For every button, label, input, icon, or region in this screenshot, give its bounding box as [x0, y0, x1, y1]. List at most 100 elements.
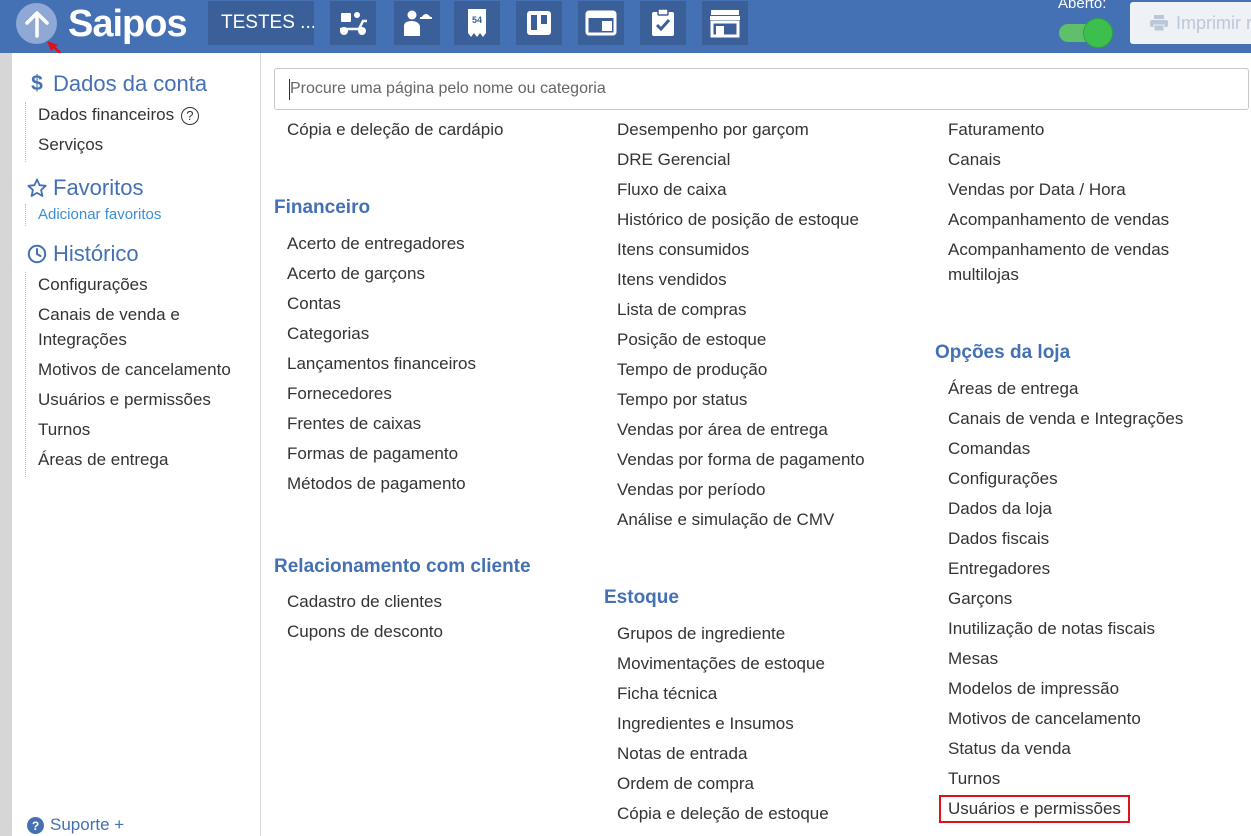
waiter-button[interactable]	[394, 1, 440, 45]
link-item[interactable]: Entregadores	[948, 558, 1050, 580]
link-item[interactable]: Dados da loja	[948, 498, 1052, 520]
sidebar-item-users-permissions[interactable]: Usuários e permissões	[38, 387, 250, 412]
link-item[interactable]: Ingredientes e Insumos	[617, 713, 794, 735]
sidebar-item-services[interactable]: Serviços	[38, 132, 199, 157]
saipos-logo: Saipos	[68, 3, 188, 45]
store-open-toggle[interactable]	[1059, 18, 1113, 48]
link-item[interactable]: Status da venda	[948, 738, 1071, 760]
support-label: Suporte +	[50, 815, 125, 834]
waiter-icon	[404, 10, 432, 36]
link-item[interactable]: Formas de pagamento	[287, 443, 458, 465]
link-item[interactable]: Posição de estoque	[617, 329, 766, 351]
layout-button[interactable]	[578, 1, 624, 45]
link-item[interactable]: Inutilização de notas fiscais	[948, 618, 1155, 640]
board-button[interactable]	[516, 1, 562, 45]
sidebar-item-settings[interactable]: Configurações	[38, 272, 250, 297]
checklist-button[interactable]	[640, 1, 686, 45]
clock-icon	[27, 244, 47, 264]
link-item[interactable]: Desempenho por garçom	[617, 119, 809, 141]
add-favorites-link[interactable]: Adicionar favoritos	[38, 204, 161, 226]
link-item[interactable]: Movimentações de estoque	[617, 653, 825, 675]
sidebar-item-financial-data[interactable]: Dados financeiros ?	[38, 102, 199, 127]
sidebar-item-label: Dados financeiros	[38, 105, 175, 124]
link-item[interactable]: Configurações	[948, 468, 1058, 490]
link-item[interactable]: Ordem de compra	[617, 773, 754, 795]
link-menu-copy[interactable]: Cópia e deleção de cardápio	[287, 119, 503, 141]
link-item[interactable]: Grupos de ingrediente	[617, 623, 785, 645]
printer-icon	[1150, 15, 1168, 31]
main-menu-button[interactable]	[16, 3, 57, 44]
toggle-knob	[1083, 18, 1113, 48]
support-button[interactable]: ? Suporte +	[27, 815, 124, 835]
link-item[interactable]: Acerto de entregadores	[287, 233, 465, 255]
link-item[interactable]: Acompanhamento de vendas multilojas	[948, 237, 1188, 287]
link-item[interactable]: Canais de venda e Integrações	[948, 408, 1183, 430]
link-item[interactable]: Itens consumidos	[617, 239, 749, 261]
sidebar-item-shifts[interactable]: Turnos	[38, 417, 250, 442]
tickets-button[interactable]: 54	[454, 1, 500, 45]
link-item[interactable]: Frentes de caixas	[287, 413, 421, 435]
link-item[interactable]: DRE Gerencial	[617, 149, 730, 171]
link-item[interactable]: Contas	[287, 293, 341, 315]
link-item[interactable]: Faturamento	[948, 119, 1044, 141]
link-item[interactable]: Dados fiscais	[948, 528, 1049, 550]
store-selector-button[interactable]: TESTES ...	[208, 1, 314, 45]
sidebar: $ Dados da conta Dados financeiros ? Ser…	[12, 53, 261, 836]
store-status-label: Aberto:	[1058, 0, 1107, 12]
link-item[interactable]: Canais	[948, 149, 1001, 171]
page-search[interactable]	[274, 68, 1249, 110]
link-item[interactable]: Fornecedores	[287, 383, 392, 405]
link-item[interactable]: Vendas por Data / Hora	[948, 179, 1126, 201]
link-item[interactable]: Áreas de entrega	[948, 378, 1078, 400]
link-item[interactable]: Comandas	[948, 438, 1030, 460]
link-item[interactable]: Análise e simulação de CMV	[617, 509, 834, 531]
favorites-section-title: Favoritos	[53, 175, 144, 200]
link-item[interactable]: Acompanhamento de vendas	[948, 209, 1169, 231]
sidebar-item-delivery-areas[interactable]: Áreas de entrega	[38, 447, 250, 472]
star-icon	[27, 178, 47, 197]
link-item[interactable]: Ficha técnica	[617, 683, 717, 705]
link-item[interactable]: Métodos de pagamento	[287, 473, 466, 495]
link-item[interactable]: Vendas por forma de pagamento	[617, 449, 865, 471]
link-item[interactable]: Motivos de cancelamento	[948, 708, 1141, 730]
page-search-input[interactable]	[275, 69, 1248, 109]
highlight-box	[939, 795, 1130, 823]
print-label: Imprimir r	[1176, 13, 1251, 33]
sidebar-item-cancel-reasons[interactable]: Motivos de cancelamento	[38, 357, 250, 382]
link-item[interactable]: Cadastro de clientes	[287, 591, 442, 613]
link-item[interactable]: Acerto de garçons	[287, 263, 425, 285]
section-title-relacionamento: Relacionamento com cliente	[274, 556, 531, 577]
link-item[interactable]: Tempo por status	[617, 389, 747, 411]
history-list: Configurações Canais de venda e Integraç…	[25, 272, 250, 477]
link-item[interactable]: Lançamentos financeiros	[287, 353, 476, 375]
svg-text:54: 54	[472, 15, 482, 25]
delivery-scooter-icon	[340, 12, 367, 35]
link-item[interactable]: Vendas por período	[617, 479, 765, 501]
print-button[interactable]: Imprimir r	[1130, 2, 1251, 44]
dollar-icon: $	[31, 72, 43, 95]
link-item[interactable]: Lista de compras	[617, 299, 746, 321]
link-item[interactable]: Mesas	[948, 648, 998, 670]
link-item[interactable]: Histórico de posição de estoque	[617, 209, 859, 231]
kanban-board-icon	[527, 11, 551, 35]
link-item[interactable]: Modelos de impressão	[948, 678, 1119, 700]
account-list: Dados financeiros ? Serviços	[25, 102, 199, 162]
link-item[interactable]: Vendas por área de entrega	[617, 419, 828, 441]
link-item[interactable]: Fluxo de caixa	[617, 179, 727, 201]
sidebar-item-sales-channels[interactable]: Canais de venda e Integrações	[38, 302, 188, 352]
link-item[interactable]: Categorias	[287, 323, 369, 345]
link-item[interactable]: Tempo de produção	[617, 359, 767, 381]
top-bar: Saipos TESTES ... 54 Aberto: Imprimir r	[0, 0, 1251, 53]
link-item[interactable]: Turnos	[948, 768, 1000, 790]
link-item[interactable]: Cupons de desconto	[287, 621, 443, 643]
text-caret	[289, 79, 290, 100]
link-item[interactable]: Cópia e deleção de estoque	[617, 803, 829, 825]
link-item[interactable]: Itens vendidos	[617, 269, 727, 291]
store-button[interactable]	[702, 1, 748, 45]
help-circle-icon: ?	[27, 816, 44, 834]
help-icon[interactable]: ?	[180, 106, 199, 125]
link-item[interactable]: Garçons	[948, 588, 1012, 610]
delivery-button[interactable]	[330, 1, 376, 45]
link-item[interactable]: Notas de entrada	[617, 743, 747, 765]
svg-text:?: ?	[32, 819, 39, 833]
